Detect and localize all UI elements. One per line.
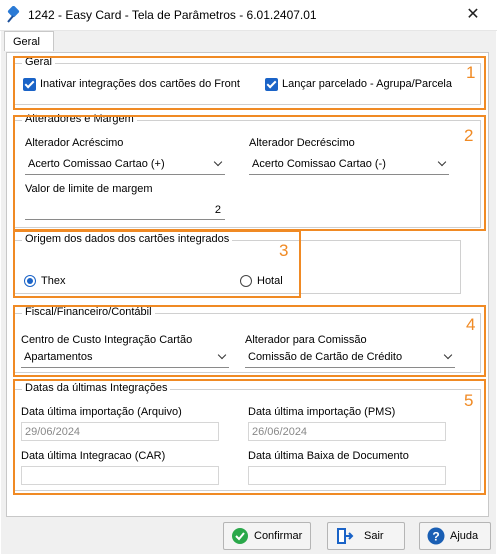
exit-door-icon (337, 528, 354, 544)
confirmar-button[interactable]: Confirmar (223, 522, 311, 550)
highlight-box-1 (13, 56, 486, 110)
pin-app-icon (7, 6, 20, 23)
close-icon[interactable]: ✕ (462, 5, 484, 25)
highlight-number-2: 2 (464, 126, 474, 145)
highlight-box-2 (13, 115, 486, 231)
highlight-box-3 (13, 230, 301, 298)
window-client: Geral Geral Inativar integrações dos car… (1, 31, 496, 554)
tab-panel-geral: Geral Inativar integrações dos cartões d… (6, 52, 489, 517)
highlight-box-4 (13, 305, 486, 377)
title-bar: 1242 - Easy Card - Tela de Parâmetros - … (0, 0, 497, 31)
ajuda-button[interactable]: ? Ajuda (419, 522, 491, 550)
highlight-number-1: 1 (466, 63, 476, 82)
highlight-number-4: 4 (466, 315, 476, 334)
window-title: 1242 - Easy Card - Tela de Parâmetros - … (28, 8, 317, 22)
check-circle-icon (232, 528, 248, 544)
sair-button[interactable]: Sair (327, 522, 405, 550)
svg-text:?: ? (432, 530, 439, 544)
sair-label: Sair (364, 530, 384, 542)
confirmar-label: Confirmar (254, 530, 303, 542)
ajuda-label: Ajuda (450, 530, 479, 542)
highlight-box-5 (13, 379, 486, 495)
tab-geral[interactable]: Geral (4, 31, 54, 51)
help-icon: ? (427, 527, 445, 545)
highlight-number-3: 3 (279, 241, 289, 260)
highlight-number-5: 5 (464, 391, 474, 410)
